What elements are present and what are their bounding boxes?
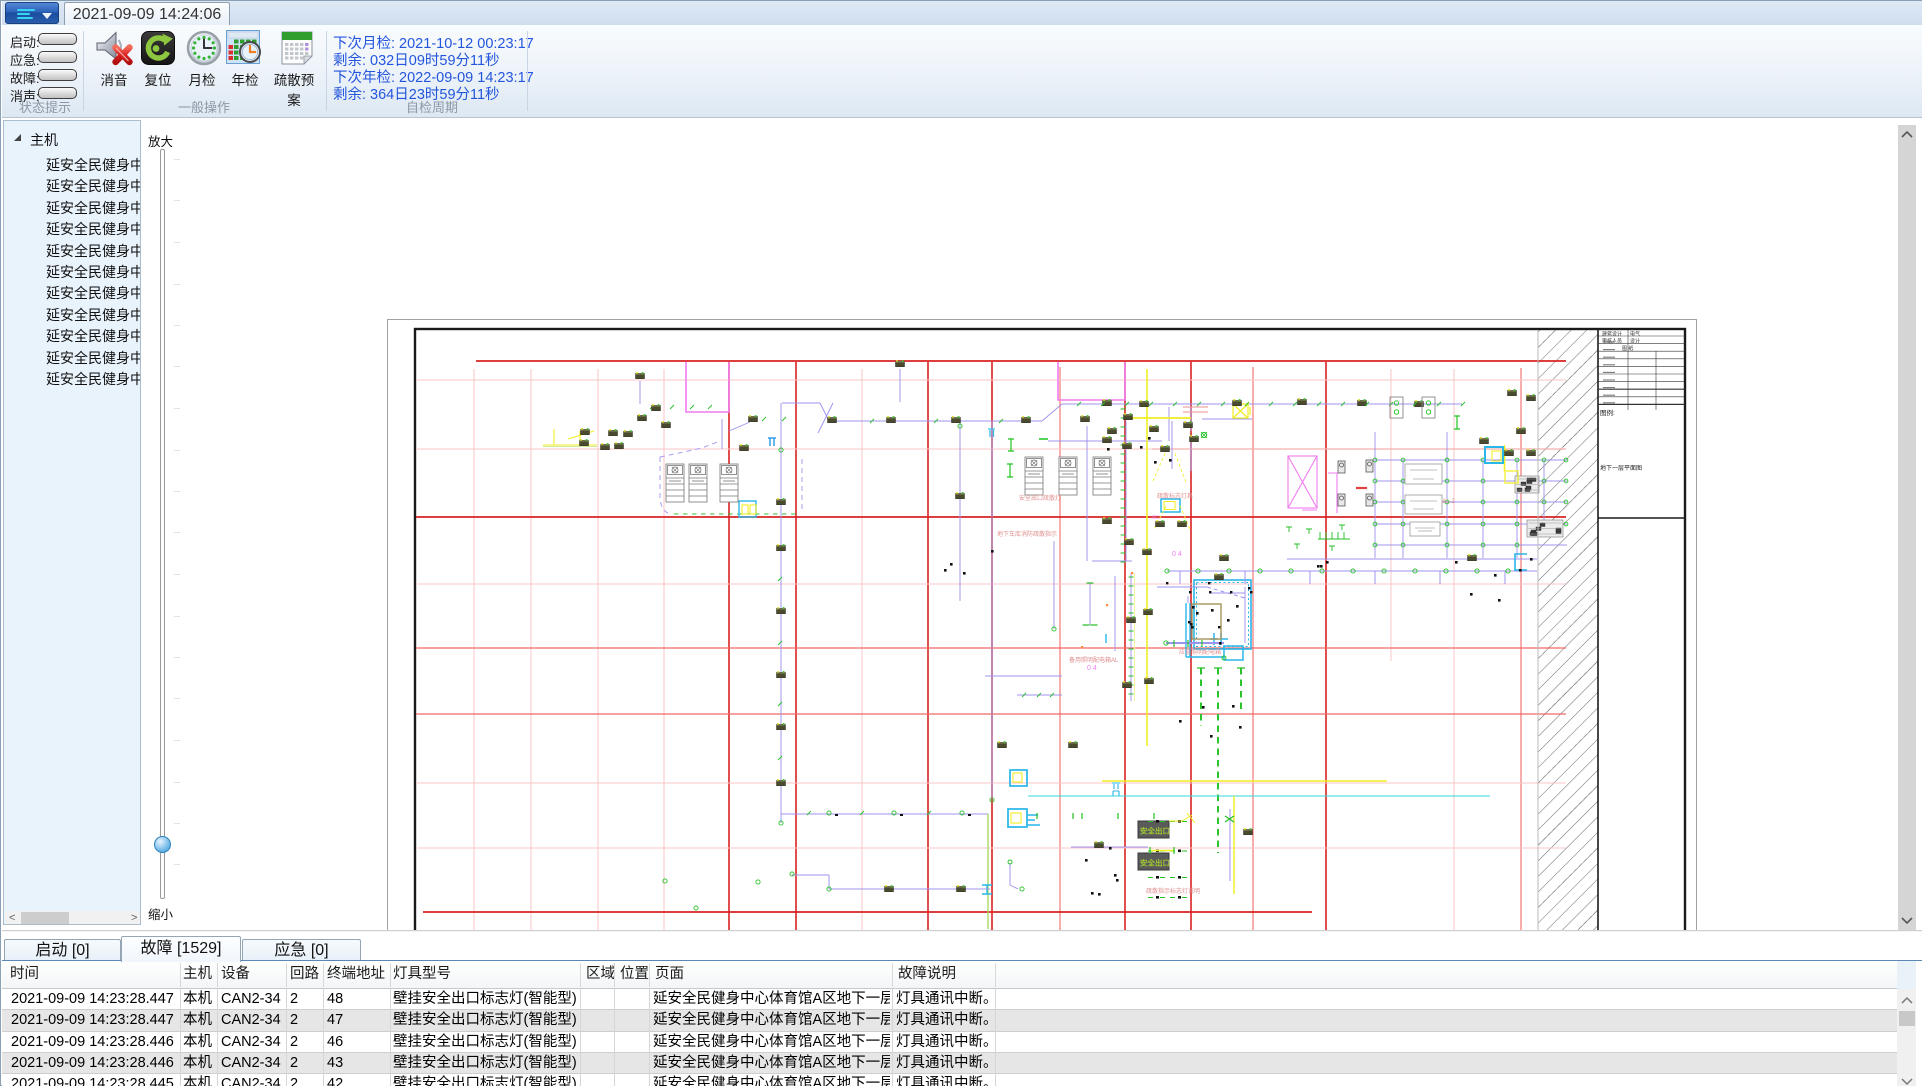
- svg-text:地下车库消防疏散指示: 地下车库消防疏散指示: [997, 530, 1057, 538]
- svg-text:疏散标志灯具: 疏散标志灯具: [1157, 492, 1193, 500]
- svg-text:图 纸: 图 纸: [1622, 345, 1633, 352]
- svg-text:审核人员: 审核人员: [1602, 338, 1622, 345]
- svg-text:设计: 设计: [1630, 338, 1640, 345]
- svg-text:≡□: ≡□: [1152, 515, 1160, 521]
- svg-text:安全出口疏散灯: 安全出口疏散灯: [1019, 494, 1061, 502]
- svg-text:建筑设计: 建筑设计: [1602, 331, 1622, 338]
- svg-text:疏散指示标志灯说明: 疏散指示标志灯说明: [1146, 887, 1200, 895]
- svg-text:应急照明配电箱: 应急照明配电箱: [1179, 648, 1221, 656]
- svg-text:地下一层平面图: 地下一层平面图: [1600, 464, 1642, 472]
- svg-text:安全出口: 安全出口: [1140, 858, 1170, 868]
- svg-text:0 4: 0 4: [1172, 551, 1182, 558]
- svg-text:安全出口: 安全出口: [1140, 826, 1170, 836]
- svg-text:备用照明配电箱AL: 备用照明配电箱AL: [1069, 656, 1119, 664]
- svg-text:图例:: 图例:: [1600, 408, 1615, 417]
- svg-text:0 4: 0 4: [1087, 665, 1097, 672]
- svg-text:电气: 电气: [1630, 331, 1640, 338]
- svg-text:AL-2: AL-2: [1442, 499, 1455, 505]
